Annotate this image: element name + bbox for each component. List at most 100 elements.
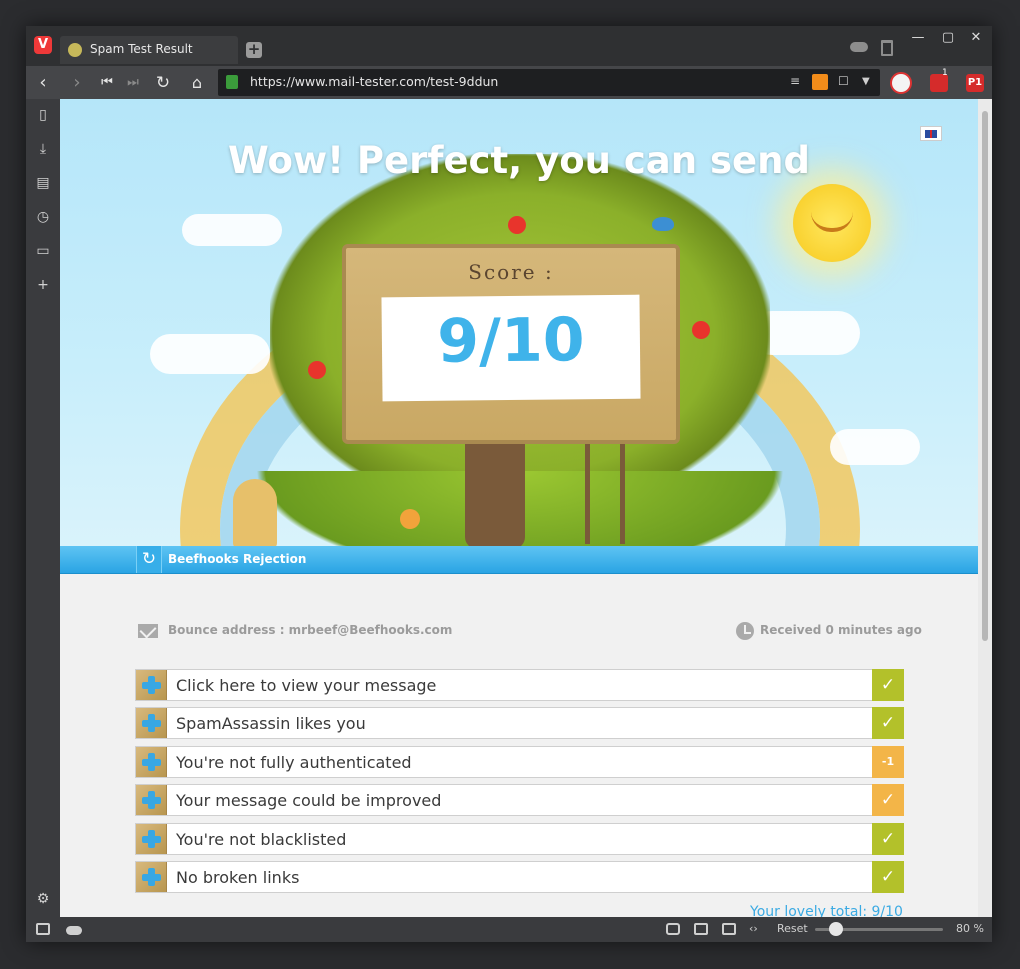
result-row[interactable]: Your message could be improved ✓ (135, 784, 904, 817)
rabbit-graphic (233, 479, 277, 546)
sync-cloud-icon[interactable] (850, 42, 868, 52)
score-value: 9/10 (436, 305, 585, 377)
leaf-favicon-icon (68, 43, 82, 57)
home-icon[interactable]: ⌂ (186, 72, 208, 94)
history-panel-icon[interactable]: ◷ (35, 209, 51, 225)
check-icon: ✓ (872, 822, 904, 855)
zoom-level: 80 % (956, 922, 984, 935)
result-row[interactable]: Click here to view your message ✓ (135, 669, 904, 701)
hero-illustration: Score : 9/10 Wow! Perfect, you can send (60, 99, 978, 546)
side-panel: ▯ ⤓ ▤ ◷ ▭ + ⚙ (26, 99, 60, 917)
language-selector[interactable] (920, 126, 942, 141)
maximize-button[interactable]: ▢ (938, 30, 958, 45)
apple-graphic (508, 216, 526, 234)
trash-icon[interactable] (881, 40, 893, 56)
expand-plus-icon[interactable] (136, 708, 167, 739)
result-label[interactable]: Click here to view your message (176, 676, 436, 695)
tab-spam-test-result[interactable]: Spam Test Result (60, 36, 238, 64)
notes-panel-icon[interactable]: ▤ (35, 175, 51, 191)
clock-icon (736, 622, 754, 640)
scrollbar-thumb[interactable] (982, 111, 988, 641)
smiling-sun-graphic (793, 184, 871, 262)
cloud-graphic (150, 334, 270, 374)
reload-icon[interactable]: ↻ (152, 72, 174, 94)
chat-extension-icon[interactable]: 1 (930, 68, 948, 92)
result-row[interactable]: You're not blacklisted ✓ (135, 822, 904, 855)
avatar-extension-icon[interactable] (890, 72, 912, 94)
section-title: Beefhooks Rejection (168, 552, 307, 566)
expand-plus-icon[interactable] (136, 746, 167, 777)
tab-bar: V Spam Test Result + — ▢ ✕ (26, 26, 992, 66)
settings-gear-icon[interactable]: ⚙ (35, 891, 51, 907)
minimize-button[interactable]: — (908, 30, 928, 45)
expand-plus-icon[interactable] (136, 861, 167, 892)
fast-forward-icon[interactable]: ⏭ (122, 72, 144, 94)
bounce-address: Bounce address : mrbeef@Beefhooks.com (168, 623, 453, 637)
uk-flag-icon (925, 130, 937, 138)
panel-toggle-icon[interactable] (36, 923, 50, 935)
bookmarks-panel-icon[interactable]: ▯ (35, 107, 51, 123)
result-label[interactable]: No broken links (176, 868, 299, 887)
check-icon: ✓ (872, 860, 904, 893)
lock-icon (226, 75, 238, 89)
envelope-icon (138, 624, 158, 638)
back-icon[interactable]: ‹ (32, 72, 54, 94)
refresh-icon[interactable]: ↻ (136, 546, 162, 573)
result-row[interactable]: SpamAssassin likes you ✓ (135, 707, 904, 740)
zoom-slider-thumb[interactable] (829, 922, 843, 936)
dropdown-chevron-icon[interactable]: ▼ (862, 76, 870, 87)
page-content: Score : 9/10 Wow! Perfect, you can send … (60, 99, 992, 917)
close-button[interactable]: ✕ (966, 30, 986, 45)
cloud-graphic (182, 214, 282, 246)
zoom-slider[interactable] (815, 922, 943, 936)
url-text: https://www.mail-tester.com/test-9ddun (250, 74, 499, 89)
expand-plus-icon[interactable] (136, 823, 167, 854)
analytics-icon[interactable] (812, 74, 828, 90)
add-panel-icon[interactable]: + (35, 277, 51, 293)
code-icon[interactable]: ‹› (749, 922, 758, 935)
results-list: Click here to view your message ✓ SpamAs… (135, 669, 904, 899)
ladder-graphic (585, 434, 625, 544)
p1-extension-icon[interactable]: P1 (966, 74, 984, 92)
check-icon: ✓ (872, 784, 904, 817)
image-icon[interactable] (722, 923, 736, 935)
downloads-panel-icon[interactable]: ⤓ (35, 141, 51, 157)
extension-badge: 1 (942, 68, 948, 78)
result-row[interactable]: No broken links ✓ (135, 860, 904, 893)
vivaldi-menu-icon[interactable]: V (34, 36, 52, 54)
snail-graphic (400, 509, 420, 529)
zoom-reset-button[interactable]: Reset (777, 922, 808, 935)
score-sign: Score : 9/10 (342, 244, 680, 444)
tab-title: Spam Test Result (90, 42, 193, 56)
result-label[interactable]: You're not blacklisted (176, 830, 346, 849)
expand-plus-icon[interactable] (136, 670, 167, 700)
cloud-graphic (830, 429, 920, 465)
check-icon: ✓ (872, 669, 904, 701)
reader-view-icon[interactable]: ≡ (790, 74, 800, 88)
result-label[interactable]: You're not fully authenticated (176, 753, 412, 772)
penalty-badge: -1 (872, 745, 904, 778)
navigation-bar: ‹ › ⏮ ⏭ ↻ ⌂ https://www.mail-tester.com/… (26, 66, 992, 99)
sync-cloud-icon[interactable] (66, 926, 82, 935)
check-icon: ✓ (872, 707, 904, 740)
address-bar[interactable]: https://www.mail-tester.com/test-9ddun ≡… (218, 69, 880, 96)
forward-icon[interactable]: › (66, 72, 88, 94)
window-panel-icon[interactable]: ▭ (35, 243, 51, 259)
result-label[interactable]: Your message could be improved (176, 791, 441, 810)
new-tab-button[interactable]: + (246, 42, 262, 58)
result-label[interactable]: SpamAssassin likes you (176, 714, 366, 733)
bird-graphic (652, 217, 674, 231)
vertical-scrollbar[interactable] (978, 99, 992, 917)
bookmark-icon[interactable]: ☐ (838, 74, 849, 88)
received-time: Received 0 minutes ago (760, 623, 922, 637)
tile-icon[interactable] (694, 923, 708, 935)
apple-graphic (692, 321, 710, 339)
camera-icon[interactable] (666, 923, 680, 935)
expand-plus-icon[interactable] (136, 785, 167, 816)
result-row[interactable]: You're not fully authenticated -1 (135, 745, 904, 778)
rewind-icon[interactable]: ⏮ (96, 72, 118, 94)
section-band: ↻ Beefhooks Rejection (60, 546, 978, 574)
apple-graphic (308, 361, 326, 379)
page-title: Wow! Perfect, you can send (228, 139, 810, 182)
total-score: Your lovely total: 9/10 (750, 904, 903, 917)
